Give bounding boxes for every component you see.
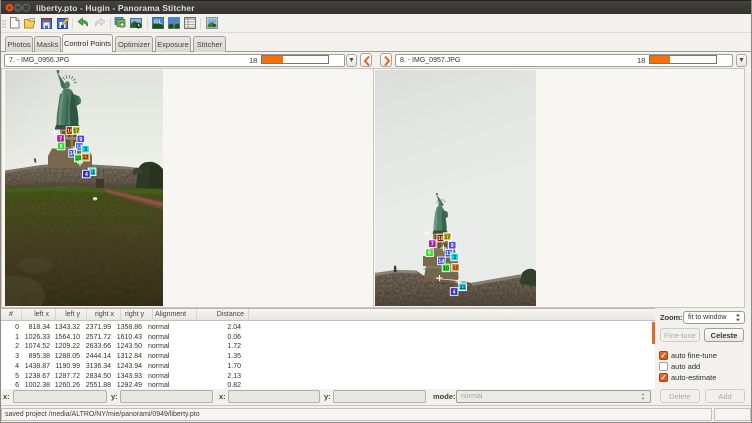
svg-text:12: 12 xyxy=(83,155,89,161)
svg-text:3: 3 xyxy=(84,147,87,153)
svg-text:11: 11 xyxy=(460,285,466,291)
svg-text:3: 3 xyxy=(453,255,456,261)
svg-text:17: 17 xyxy=(444,235,450,241)
svg-text:GL: GL xyxy=(154,20,162,26)
svg-text:4: 4 xyxy=(85,172,88,178)
svg-text:8: 8 xyxy=(428,251,431,257)
svg-text:9: 9 xyxy=(79,137,82,143)
svg-text:17: 17 xyxy=(73,128,79,134)
svg-text:10: 10 xyxy=(75,156,81,162)
svg-text:16: 16 xyxy=(438,236,444,242)
svg-text:9: 9 xyxy=(451,243,454,249)
svg-text:8: 8 xyxy=(60,144,63,150)
svg-text:10: 10 xyxy=(443,266,449,272)
svg-text:4: 4 xyxy=(453,290,456,296)
svg-text:7: 7 xyxy=(431,242,434,248)
svg-text:7: 7 xyxy=(59,137,62,143)
svg-text:12: 12 xyxy=(453,265,459,271)
